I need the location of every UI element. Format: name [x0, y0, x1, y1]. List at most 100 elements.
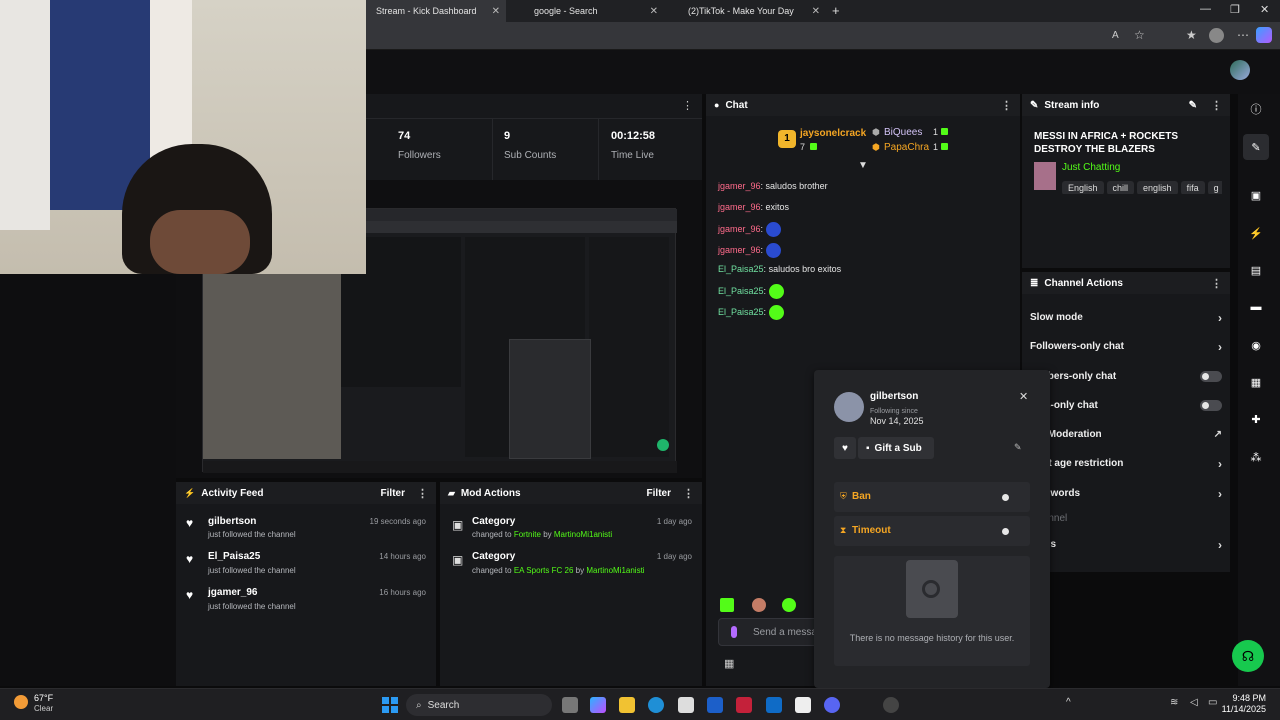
kebab-icon[interactable]: ⋮: [682, 99, 693, 112]
wifi-icon[interactable]: ≋: [1170, 697, 1178, 708]
tag[interactable]: English: [1062, 181, 1104, 194]
collapse-leaderboard-icon[interactable]: ▼: [858, 160, 868, 171]
tab-google-search[interactable]: google - Search ✕: [508, 0, 664, 22]
chat-username[interactable]: jgamer_96: [718, 202, 761, 212]
mod-user[interactable]: MartinoMi1anisti: [586, 566, 644, 575]
kebab-icon[interactable]: ⋮: [1211, 99, 1222, 112]
tag[interactable]: g: [1207, 181, 1222, 194]
maximize-icon[interactable]: ❐: [1230, 3, 1240, 16]
chat-username[interactable]: El_Paisa25: [718, 286, 764, 296]
mod-user[interactable]: MartinoMi1anisti: [554, 530, 612, 539]
mcafee-icon[interactable]: [736, 697, 752, 713]
filter-button[interactable]: Filter: [647, 488, 671, 499]
close-icon[interactable]: ✕: [650, 6, 658, 17]
minimize-icon[interactable]: —: [1200, 3, 1211, 15]
tag[interactable]: fifa: [1180, 181, 1205, 194]
store-icon[interactable]: ▦: [724, 657, 734, 670]
feed-username[interactable]: gilbertson: [208, 516, 256, 527]
mod-game[interactable]: Fortnite: [514, 530, 541, 539]
toggle-switch[interactable]: [1200, 400, 1222, 411]
mail-icon[interactable]: [795, 697, 811, 713]
battery-icon[interactable]: ▭: [1208, 697, 1217, 708]
outlook-icon[interactable]: [766, 697, 782, 713]
tab-kick-dashboard[interactable]: Stream - Kick Dashboard ✕: [366, 0, 506, 22]
leader-name[interactable]: BiQuees: [884, 127, 922, 138]
volume-icon[interactable]: ◁: [1190, 697, 1198, 708]
action-subscribers-only[interactable]: scribers-only chat: [1022, 362, 1230, 391]
close-icon[interactable]: ✕: [492, 6, 500, 17]
feed-username[interactable]: El_Paisa25: [208, 551, 260, 562]
action-followers-only[interactable]: Followers-only chat ›: [1022, 332, 1230, 361]
leader-name[interactable]: jaysonelcrack: [800, 128, 866, 139]
file-explorer-icon[interactable]: [619, 697, 635, 713]
obs-icon[interactable]: [883, 697, 899, 713]
emote-icon[interactable]: [782, 598, 796, 612]
heart-icon[interactable]: ♥: [834, 437, 856, 459]
wrench-icon[interactable]: ✚: [1243, 406, 1269, 432]
mic-icon: [731, 626, 737, 638]
action-chat-moderation[interactable]: hat Moderation ↗: [1022, 420, 1230, 449]
action-account-age[interactable]: ount age restriction ›: [1022, 449, 1230, 478]
emote-icon[interactable]: [720, 598, 734, 612]
edge-icon[interactable]: [648, 697, 664, 713]
action-goals[interactable]: goals›: [1022, 530, 1230, 559]
tag[interactable]: english: [1137, 181, 1178, 194]
camera-icon[interactable]: ▣: [1243, 182, 1269, 208]
chat-username[interactable]: jgamer_96: [718, 181, 761, 191]
favorite-star-icon[interactable]: ☆: [1134, 28, 1145, 42]
weather-icon[interactable]: [14, 695, 28, 709]
action-emotes-only[interactable]: otes-only chat: [1022, 391, 1230, 420]
copilot-icon[interactable]: [590, 697, 606, 713]
user-avatar[interactable]: [1230, 60, 1250, 80]
close-window-icon[interactable]: ✕: [1260, 3, 1269, 16]
kebab-icon[interactable]: ⋮: [683, 487, 694, 500]
kebab-icon[interactable]: ⋮: [417, 487, 428, 500]
tag[interactable]: chill: [1106, 181, 1135, 194]
more-icon[interactable]: ⋯: [1237, 28, 1249, 42]
support-headset-icon[interactable]: ☊: [1232, 640, 1264, 672]
emote-icon[interactable]: [752, 598, 766, 612]
chat-input[interactable]: Send a messa: [718, 618, 828, 646]
document-icon[interactable]: ▤: [1243, 257, 1269, 283]
close-icon[interactable]: ✕: [1019, 390, 1028, 403]
popup-username[interactable]: gilbertson: [870, 391, 918, 402]
gift-sub-button[interactable]: ▪ Gift a Sub: [858, 437, 934, 459]
store-icon[interactable]: [678, 697, 694, 713]
chat-username[interactable]: jgamer_96: [718, 245, 761, 255]
favorites-icon[interactable]: ★: [1186, 28, 1197, 42]
taskbar-search[interactable]: ⌕ Search: [406, 694, 552, 716]
close-icon[interactable]: ✕: [812, 6, 820, 17]
toggle-switch[interactable]: [1200, 371, 1222, 382]
windows-start-icon[interactable]: [382, 697, 398, 713]
chat-username[interactable]: jgamer_96: [718, 224, 761, 234]
feed-username[interactable]: jgamer_96: [208, 587, 257, 598]
info-icon[interactable]: ⓘ: [1243, 96, 1269, 122]
copilot-icon[interactable]: [1256, 27, 1272, 43]
pin-icon[interactable]: ✎: [1014, 442, 1022, 453]
chat-username[interactable]: El_Paisa25: [718, 264, 764, 274]
edit-icon[interactable]: ✎: [1243, 134, 1269, 160]
broadcast-icon[interactable]: ◉: [1243, 332, 1269, 358]
profile-avatar[interactable]: [1209, 28, 1224, 43]
lightning-icon[interactable]: ⚡: [1243, 220, 1269, 246]
layout-icon[interactable]: ▦: [1243, 369, 1269, 395]
category-name[interactable]: Just Chatting: [1062, 162, 1120, 173]
discord-icon[interactable]: [824, 697, 840, 713]
chat-username[interactable]: El_Paisa25: [718, 307, 764, 317]
leader-name[interactable]: PapaChra: [884, 142, 929, 153]
filter-button[interactable]: Filter: [381, 488, 405, 499]
chevron-up-icon[interactable]: ^: [1066, 697, 1071, 708]
stream-stats-panel: ⋮ 74 Followers 9 Sub Counts 00:12:58 Tim…: [366, 94, 702, 180]
apps-icon[interactable]: ⁂: [1243, 444, 1269, 470]
read-aloud-icon[interactable]: A: [1112, 30, 1119, 41]
kebab-icon[interactable]: ⋮: [1211, 277, 1222, 290]
edit-icon[interactable]: ✎: [1189, 100, 1197, 111]
kebab-icon[interactable]: ⋮: [1001, 99, 1012, 112]
mod-game[interactable]: EA Sports FC 26: [514, 566, 574, 575]
tab-tiktok[interactable]: (2)TikTok - Make Your Day ✕: [666, 0, 826, 22]
vscode-icon[interactable]: [707, 697, 723, 713]
new-tab-icon[interactable]: +: [832, 3, 840, 18]
chat-icon[interactable]: ▬: [1243, 294, 1269, 320]
task-view-icon[interactable]: [562, 697, 578, 713]
action-slow-mode[interactable]: Slow mode ›: [1022, 303, 1230, 332]
